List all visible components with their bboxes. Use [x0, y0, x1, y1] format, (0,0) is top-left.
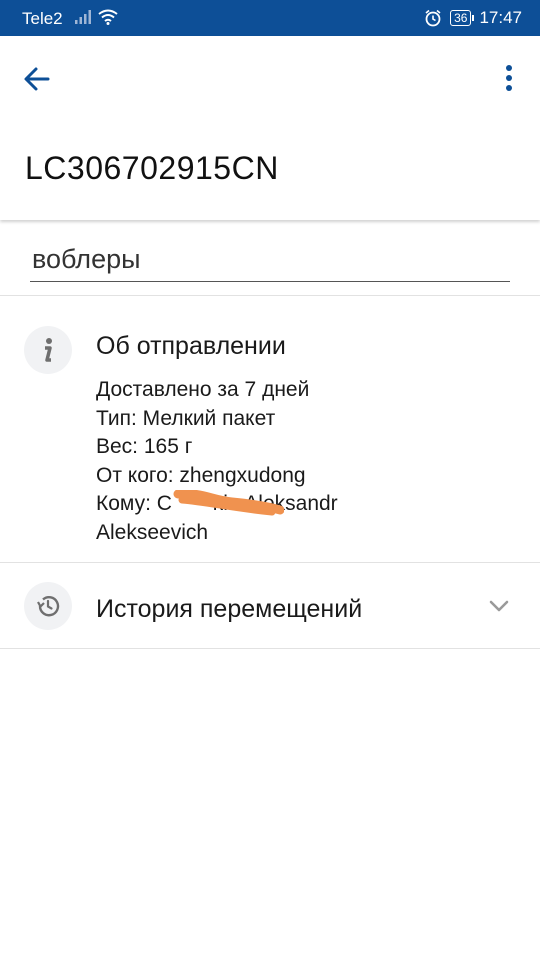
- weight-line: Вес: 165 г: [96, 435, 193, 459]
- recipient-line: Кому: C kin Aleksandr: [96, 492, 338, 516]
- redaction-scribble: [173, 490, 284, 516]
- back-arrow-icon[interactable]: [20, 62, 54, 96]
- divider: [0, 295, 540, 296]
- signal-icon: [75, 10, 91, 24]
- delivered-line: Доставлено за 7 дней: [96, 378, 310, 401]
- status-left-icons: [74, 9, 118, 25]
- parcel-name-field[interactable]: воблеры: [30, 238, 510, 282]
- more-options-icon[interactable]: [504, 64, 514, 94]
- type-line: Тип: Мелкий пакет: [96, 406, 276, 430]
- wifi-icon: [98, 9, 118, 25]
- divider: [0, 648, 540, 649]
- status-right: 36 17:47: [424, 8, 522, 28]
- shipment-info-title: Об отправлении: [96, 332, 286, 360]
- sender-line: От кого: zhengxudong: [96, 463, 306, 487]
- shipment-info-details: Доставлено за 7 дней Тип: Мелкий пакет В…: [96, 376, 516, 548]
- carrier-label: Tele2: [22, 9, 63, 28]
- history-title[interactable]: История перемещений: [96, 595, 362, 624]
- info-icon: [24, 326, 72, 374]
- status-bar: Tele2 36 17:47: [0, 0, 540, 36]
- clock: 17:47: [479, 8, 522, 27]
- history-icon: [24, 582, 72, 630]
- battery-icon: 36: [450, 10, 475, 26]
- tracking-number-title: LC306702915CN: [25, 150, 279, 186]
- recipient-line-cont: Alekseevich: [96, 520, 209, 544]
- app-bar: LC306702915CN: [0, 36, 540, 220]
- chevron-down-icon[interactable]: [488, 598, 510, 614]
- parcel-name-value[interactable]: воблеры: [32, 244, 141, 275]
- alarm-icon: [425, 9, 441, 27]
